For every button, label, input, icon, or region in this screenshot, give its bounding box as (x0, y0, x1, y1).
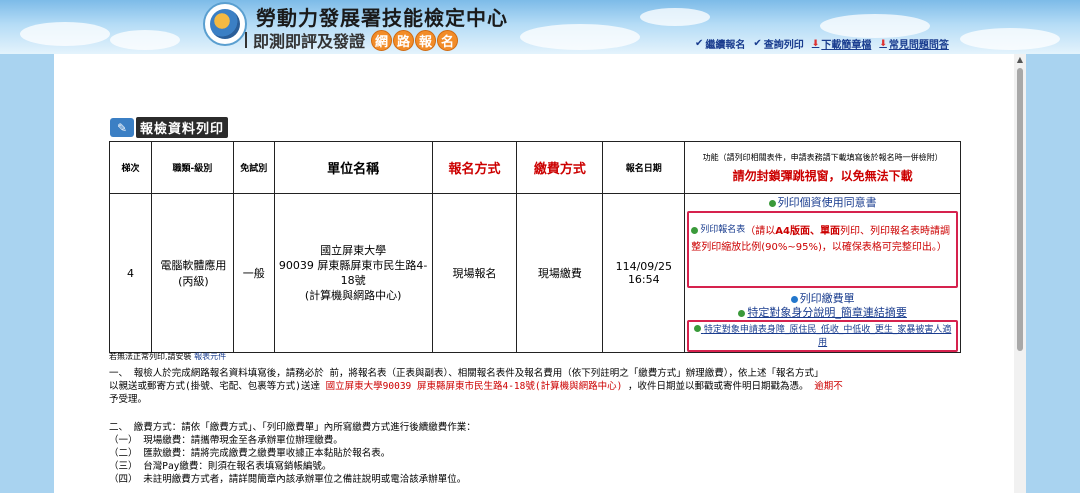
functions-note: 功能（請列印相關表件，申請表務請下載填寫後於報名時一併檢附） (702, 152, 943, 162)
section-title: 報檢資料列印 (136, 117, 228, 138)
special-explain-link[interactable]: 特定對象身分說明_簡章連結摘要 (738, 306, 907, 320)
download-icon: ⬇ (811, 38, 820, 49)
check-icon: ✔ (695, 38, 704, 49)
green-dot-icon (768, 199, 776, 207)
cell-functions: 列印個資使用同意書 列印報名表 （請以A4版面、單面列印、列印報名表時請調整列印… (684, 193, 961, 353)
print-form-box: 列印報名表 （請以A4版面、單面列印、列印報名表時請調整列印縮放比例(90%~9… (687, 211, 958, 288)
print-payment-link[interactable]: 列印繳費單 (790, 292, 855, 306)
report-component-link[interactable]: 報表元件 (194, 352, 226, 361)
table-row: 4 電腦軟體應用(丙級) 一般 國立屏東大學 90039 屏東縣屏東市民生路4-… (109, 193, 961, 353)
p1-line-d: 予受理。 (109, 394, 148, 405)
green-dot-icon (738, 309, 746, 317)
link-label: 列印報名表 (700, 225, 746, 235)
p2-line: （四） 未註明繳費方式者，請詳閱簡章內該承辦單位之備註說明或電洽該承辦單位。 (109, 474, 467, 485)
header-exam-type: 免試別 (232, 141, 275, 194)
print-form-link[interactable]: 列印報名表 (691, 223, 745, 238)
header-banner: 勞動力發展署技能檢定中心 即測即評及發證 網 路 報 名 ✔ 繼續報名 ✔ 查詢… (0, 0, 1080, 54)
scroll-thumb[interactable] (1017, 68, 1023, 351)
nav-label: 常見問題問答 (888, 40, 949, 51)
p1-text: ，收件日期並以郵戳或寄件明日期戳為憑。 (622, 381, 815, 392)
badge-char: 網 (371, 29, 393, 51)
link-label: 特定對象身分說明_簡章連結摘要 (747, 306, 907, 319)
green-dot-icon (693, 325, 701, 332)
p2-line: 二、 繳費方式：請依「繳費方式」、「列印繳費單」內所寫繳費方式進行後續繳費作業： (109, 422, 476, 433)
page-title: 勞動力發展署技能檢定中心 (256, 6, 508, 30)
nav-query-print[interactable]: ✔ 查詢列印 (753, 36, 803, 51)
nav-label: 查詢列印 (763, 40, 804, 51)
p2-line: （二） 匯款繳費：請將完成繳費之繳費單收據正本黏貼於報名表。 (109, 448, 391, 459)
registration-table: 梯次 職類-級別 免試別 單位名稱 報名方式 繳費方式 報名日期 功能（請列印相… (109, 141, 961, 353)
component-note: 若無法正常列印,請安裝 報表元件 (109, 351, 226, 362)
note-part: （請以 (745, 226, 776, 237)
nav-download-brochure[interactable]: ⬇ 下載簡章檔 (811, 36, 872, 52)
header-functions: 功能（請列印相關表件，申請表務請下載填寫後於報名時一併檢附） 請勿封鎖彈跳視窗，… (684, 141, 961, 194)
p1-overdue: 逾期不 (814, 381, 843, 392)
header-unit: 單位名稱 (273, 141, 433, 194)
download-icon: ⬇ (879, 38, 887, 49)
nav-label: 下載簡章檔 (821, 40, 872, 51)
table-header-row: 梯次 職類-級別 免試別 單位名稱 報名方式 繳費方式 報名日期 功能（請列印相… (109, 141, 961, 194)
cell-category: 電腦軟體應用(丙級) (150, 193, 234, 353)
link-label: 列印個資使用同意書 (777, 196, 877, 209)
print-consent-link[interactable]: 列印個資使用同意書 (768, 195, 877, 211)
link-label: 列印繳費單 (799, 292, 855, 305)
p1-line-a: 一、 報檢人於完成網路報名資料填寫後，請務必於 前，將報名表（正表與副表）、相關… (109, 368, 824, 379)
cell-reg-date: 114/09/25 16:54 (602, 193, 686, 353)
unit-name: 國立屏東大學 (320, 244, 387, 257)
instruction-paragraph-2: 二、 繳費方式：請依「繳費方式」、「列印繳費單」內所寫繳費方式進行後續繳費作業：… (109, 421, 961, 486)
special-form-box: 特定對象申請表身障_原住民_低收_中低收_更生_家暴被害人適用 (687, 320, 958, 352)
popup-warning: 請勿封鎖彈跳視窗，以免無法下載 (732, 168, 913, 183)
cell-seq: 4 (109, 193, 152, 353)
badge-char: 路 (393, 29, 415, 51)
blue-dot-icon (790, 295, 798, 303)
note-bold: A4版面、單面 (775, 226, 840, 237)
special-form-link[interactable]: 特定對象申請表身障_原住民_低收_中低收_更生_家暴被害人適用 (693, 325, 952, 348)
p1-address: 國立屏東大學90039 屏東縣屏東市民生路4-18號(計算機與網路中心) (325, 381, 623, 392)
nav-faq[interactable]: ⬇ 常見問題問答 (879, 36, 949, 52)
nav-label: 繼續報名 (705, 40, 746, 51)
unit-address: 90039 屏東縣屏東市民生路4-18號 (278, 259, 428, 287)
nav-continue-registration[interactable]: ✔ 繼續報名 (695, 36, 745, 51)
cell-reg-method: 現場報名 (431, 193, 518, 353)
cell-unit: 國立屏東大學 90039 屏東縣屏東市民生路4-18號 (計算機與網路中心) (273, 193, 433, 353)
document-icon: ✎ (110, 118, 134, 137)
p1-text: 以親送或郵寄方式(掛號、宅配、包裹等方式)送達 (109, 381, 326, 392)
instruction-paragraph-1: 一、 報檢人於完成網路報名資料填寫後，請務必於 前，將報名表（正表與副表）、相關… (109, 367, 961, 406)
header-reg-method: 報名方式 (431, 141, 518, 194)
section-heading: ✎ 報檢資料列印 (110, 117, 228, 138)
link-label: 特定對象申請表身障_原住民_低收_中低收_更生_家暴被害人適用 (703, 325, 952, 348)
header-seq: 梯次 (109, 141, 152, 194)
badge-char: 報 (415, 29, 437, 51)
check-icon: ✔ (753, 38, 762, 49)
vertical-scrollbar[interactable]: ▲ (1014, 54, 1026, 493)
header-reg-date: 報名日期 (602, 141, 686, 194)
page-subtitle: 即測即評及發證 網 路 報 名 (245, 28, 459, 52)
p1-line-b: 以親送或郵寄方式(掛號、宅配、包裹等方式)送達 國立屏東大學90039 屏東縣屏… (109, 380, 961, 393)
cell-exam-type: 一般 (232, 193, 275, 353)
header-pay-method: 繳費方式 (516, 141, 604, 194)
subtitle-text: 即測即評及發證 (253, 32, 366, 51)
header-category: 職類-級別 (150, 141, 234, 194)
unit-place: (計算機與網路中心) (304, 289, 402, 302)
agency-logo (203, 2, 247, 46)
p2-line: （三） 台灣Pay繳費：則須在報名表填寫銷帳編號。 (109, 461, 332, 472)
note-prefix: 若無法正常列印,請安裝 (109, 352, 192, 361)
p2-line: （一） 現場繳費：請攜帶現金至各承辦單位辦理繳費。 (109, 435, 343, 446)
online-registration-badge: 網 路 報 名 (371, 29, 459, 51)
badge-char: 名 (437, 29, 459, 51)
cell-pay-method: 現場繳費 (516, 193, 604, 353)
scroll-up-icon[interactable]: ▲ (1014, 56, 1026, 64)
top-nav: ✔ 繼續報名 ✔ 查詢列印 ⬇ 下載簡章檔 ⬇ 常見問題問答 (695, 36, 949, 51)
green-dot-icon (691, 227, 699, 234)
